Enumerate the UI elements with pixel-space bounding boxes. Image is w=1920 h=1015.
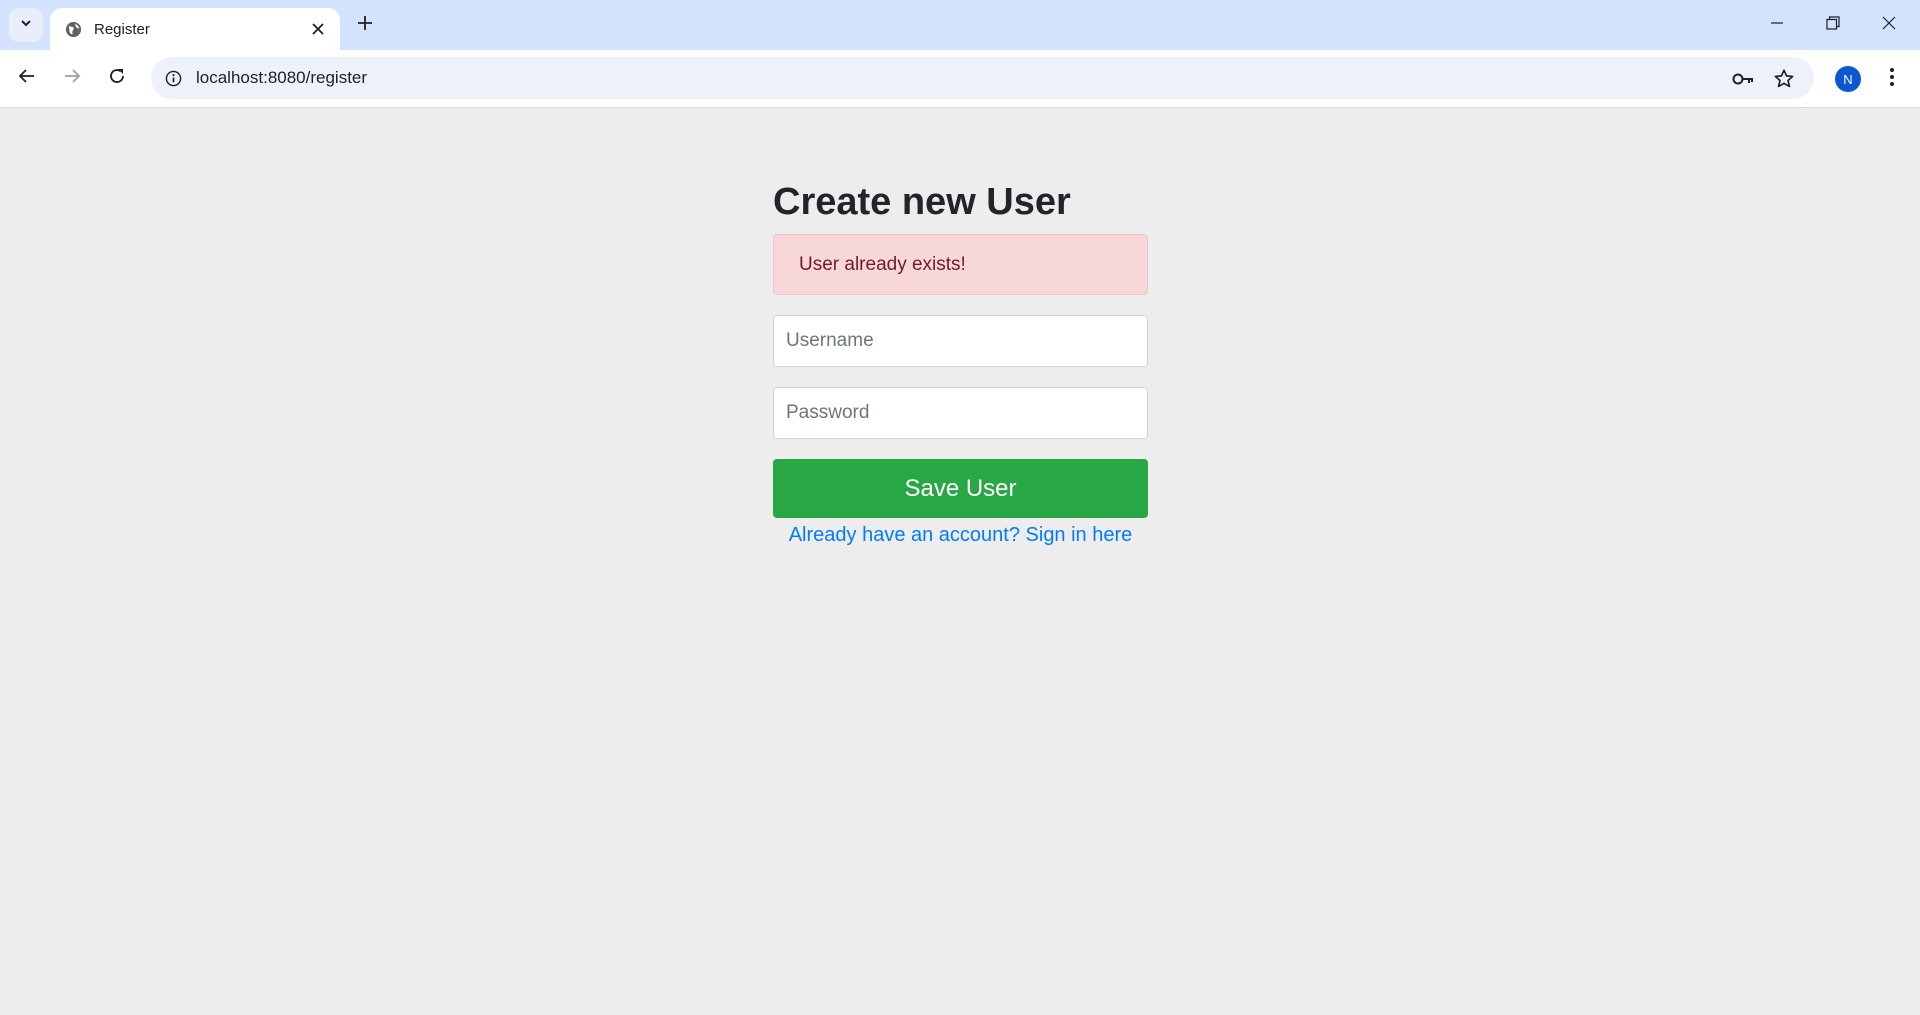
arrow-left-icon [18, 67, 36, 90]
chevron-down-icon [19, 16, 33, 35]
minimize-button[interactable] [1749, 0, 1805, 50]
plus-icon [357, 15, 373, 36]
restore-button[interactable] [1805, 0, 1861, 50]
active-tab[interactable]: Register [50, 8, 340, 50]
save-user-button[interactable]: Save User [773, 459, 1148, 518]
profile-avatar[interactable]: N [1835, 66, 1861, 92]
forward-button[interactable] [55, 61, 89, 95]
browser-toolbar: localhost:8080/register N [0, 50, 1920, 108]
site-info-icon[interactable] [163, 68, 183, 88]
password-key-icon[interactable] [1731, 67, 1755, 91]
bookmark-star-icon[interactable] [1772, 67, 1796, 91]
minimize-icon [1770, 16, 1784, 35]
back-button[interactable] [10, 61, 44, 95]
globe-icon [64, 20, 82, 38]
tab-search-button[interactable] [9, 8, 43, 42]
page-title: Create new User [773, 181, 1071, 223]
restore-icon [1826, 15, 1840, 35]
close-icon [1882, 16, 1896, 35]
reload-button[interactable] [100, 61, 134, 95]
reload-icon [108, 67, 126, 90]
password-input[interactable] [773, 387, 1148, 439]
arrow-right-icon [63, 67, 81, 90]
close-tab-icon[interactable] [308, 19, 328, 39]
browser-menu-button[interactable] [1880, 63, 1904, 95]
url-text: localhost:8080/register [196, 68, 368, 87]
error-alert: User already exists! [773, 234, 1148, 295]
register-form: Create new User User already exists! Sav… [773, 172, 1148, 548]
sign-in-link[interactable]: Already have an account? Sign in here [773, 522, 1148, 548]
more-vertical-icon [1889, 67, 1895, 92]
username-input[interactable] [773, 315, 1148, 367]
browser-tab-bar: Register [0, 0, 1920, 50]
close-window-button[interactable] [1861, 0, 1917, 50]
address-bar[interactable]: localhost:8080/register [151, 57, 1814, 99]
new-tab-button[interactable] [352, 12, 378, 38]
tab-title: Register [94, 20, 150, 38]
